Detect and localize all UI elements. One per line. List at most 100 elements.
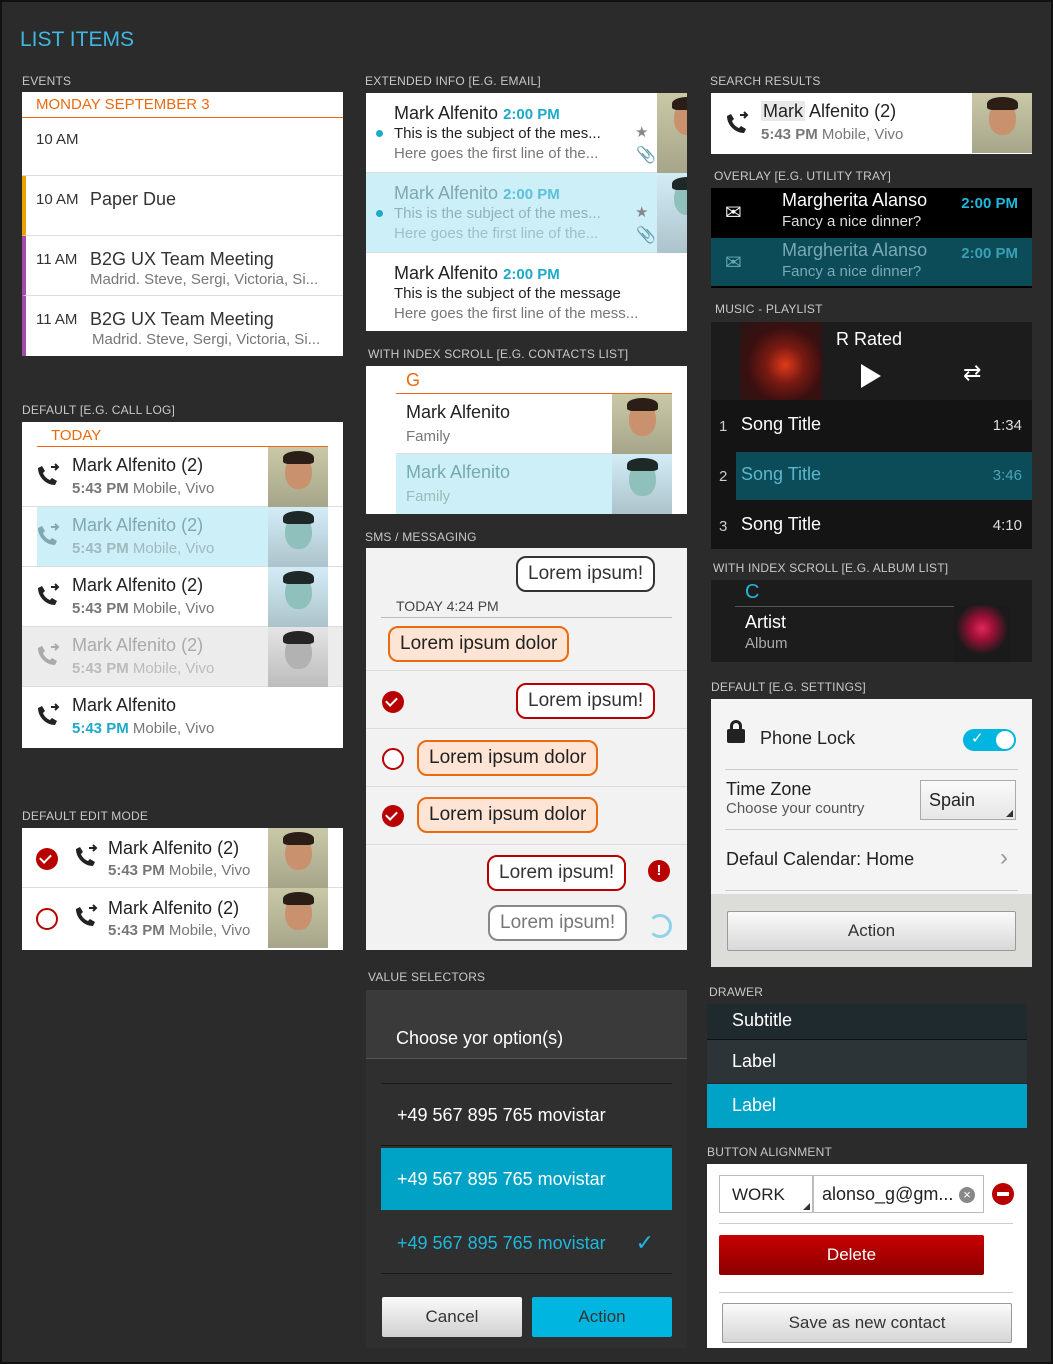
sent-message-bubble[interactable]: Lorem ipsum!	[516, 556, 656, 592]
selected-checkbox[interactable]	[382, 805, 404, 827]
call-time: 5:43 PM	[108, 922, 165, 939]
call-count: (2)	[181, 515, 204, 535]
email-row[interactable]: Mark Alfenito 2:00 PM This is the subject…	[366, 253, 687, 331]
value-option-selected[interactable]: +49 567 895 765 movistar ✓	[381, 1212, 672, 1274]
call-count: (2)	[217, 898, 240, 918]
drawer-section-title: DRAWER	[709, 985, 764, 999]
sms-section-title: SMS / MESSAGING	[365, 530, 477, 544]
contacts-section-title: WITH INDEX SCROLL [E.G. CONTACTS LIST]	[368, 347, 629, 361]
event-time: 10 AM	[36, 131, 79, 148]
search-result-row[interactable]: Mark Alfenito (2) 5:43 PM Mobile, Vivo	[711, 93, 1032, 154]
notification-message: Fancy a nice dinner?	[782, 263, 922, 280]
contact-avatar	[268, 888, 328, 948]
drawer-item-selected[interactable]: Label	[707, 1084, 1027, 1128]
unread-dot-icon	[376, 210, 383, 217]
call-count: (2)	[874, 101, 897, 121]
contact-row[interactable]: Mark Alfenito Family	[396, 394, 672, 454]
contact-last-name: Alfenito	[450, 462, 511, 482]
phone-type-select[interactable]: WORK	[719, 1175, 813, 1213]
sender-last-name: Alfenito	[438, 183, 499, 203]
message-icon: ✉	[725, 202, 742, 224]
settings-action-button[interactable]: Action	[727, 911, 1016, 951]
notification-sender: Margherita Alanso	[782, 240, 928, 260]
default-calendar-row[interactable]: Defaul Calendar: Home ›	[725, 830, 1018, 890]
delete-button[interactable]: Delete	[719, 1235, 984, 1275]
contact-avatar	[268, 627, 328, 687]
event-time: 11 AM	[36, 251, 78, 268]
event-row[interactable]: 10 AM Paper Due	[22, 176, 343, 236]
notification-sender: Margherita Alanso	[782, 190, 928, 210]
cancel-button[interactable]: Cancel	[382, 1297, 522, 1337]
selected-checkbox[interactable]	[382, 691, 404, 713]
song-row-highlighted[interactable]: 2 Song Title 3:46	[711, 452, 1032, 500]
received-message-bubble[interactable]: Lorem ipsum dolor	[388, 626, 570, 662]
email-input[interactable]: alonso_g@gm... ×	[813, 1175, 984, 1213]
unselected-checkbox[interactable]	[382, 748, 404, 770]
value-selectors-section-title: VALUE SELECTORS	[368, 970, 486, 984]
email-row[interactable]: Mark Alfenito 2:00 PM This is the subject…	[366, 93, 687, 173]
outgoing-call-icon	[36, 463, 60, 487]
contact-avatar	[612, 394, 672, 454]
sending-message-bubble[interactable]: Lorem ipsum!	[488, 905, 628, 941]
save-as-new-contact-button[interactable]: Save as new contact	[722, 1303, 1012, 1343]
sender-first-name: Mark	[394, 263, 434, 283]
notification-row[interactable]: ✉ Margherita Alanso Fancy a nice dinner?…	[711, 188, 1032, 236]
phone-type-value: WORK	[732, 1185, 785, 1204]
shuffle-icon[interactable]: ⇄	[963, 360, 981, 386]
drawer-item[interactable]: Label	[707, 1039, 1027, 1083]
event-row[interactable]: 11 AM B2G UX Team Meeting Madrid. Steve,…	[22, 236, 343, 296]
call-info: Mobile, Vivo	[132, 600, 215, 617]
call-log-row[interactable]: Mark Alfenito (2) 5:43 PM Mobile, Vivo	[22, 507, 343, 567]
event-row[interactable]: 10 AM	[22, 117, 343, 176]
event-row[interactable]: 11 AM B2G UX Team Meeting Madrid. Steve,…	[22, 296, 343, 356]
sending-spinner-icon	[648, 914, 672, 938]
call-log-row[interactable]: Mark Alfenito (2) 5:43 PM Mobile, Vivo	[22, 627, 343, 687]
time-zone-select[interactable]: Spain	[920, 780, 1016, 820]
phone-lock-toggle[interactable]: ✓	[963, 729, 1016, 751]
contact-first-name: Mark	[72, 455, 112, 475]
call-time: 5:43 PM	[72, 540, 129, 557]
call-log-row[interactable]: Mark Alfenito (2) 5:43 PM Mobile, Vivo	[22, 567, 343, 627]
call-count: (2)	[181, 575, 204, 595]
value-option[interactable]: +49 567 895 765 movistar	[381, 1084, 672, 1146]
notification-row[interactable]: ✉ Margherita Alanso Fancy a nice dinner?…	[711, 238, 1032, 286]
sender-avatar	[657, 173, 687, 253]
call-info: Mobile, Vivo	[132, 480, 215, 497]
contact-group: Family	[406, 428, 451, 445]
call-log-row[interactable]: Mark Alfenito 5:43 PM Mobile, Vivo	[22, 687, 343, 747]
value-option-highlighted[interactable]: +49 567 895 765 movistar	[381, 1148, 672, 1210]
song-number: 2	[719, 468, 728, 485]
default-calendar-label: Defaul Calendar: Home	[726, 849, 915, 869]
received-message-bubble[interactable]: Lorem ipsum dolor	[417, 740, 599, 776]
edit-mode-row[interactable]: Mark Alfenito (2) 5:43 PM Mobile, Vivo	[22, 888, 343, 948]
action-button[interactable]: Action	[532, 1297, 672, 1337]
contact-row[interactable]: Mark Alfenito Family	[396, 454, 672, 514]
call-info: Mobile, Vivo	[168, 922, 251, 939]
star-icon[interactable]: ★	[635, 203, 648, 221]
contact-last-name: Alfenito	[116, 695, 177, 715]
contact-avatar	[612, 454, 672, 514]
song-row[interactable]: 1 Song Title 1:34	[711, 402, 1032, 450]
clear-input-icon[interactable]: ×	[959, 1187, 975, 1203]
edit-mode-row[interactable]: Mark Alfenito (2) 5:43 PM Mobile, Vivo	[22, 828, 343, 888]
play-icon[interactable]	[861, 364, 881, 388]
remove-field-icon[interactable]	[992, 1183, 1014, 1205]
call-count: (2)	[181, 455, 204, 475]
received-message-bubble[interactable]: Lorem ipsum dolor	[417, 797, 599, 833]
selected-checkbox[interactable]	[36, 848, 58, 870]
call-info: Mobile, Vivo	[168, 862, 251, 879]
song-row[interactable]: 3 Song Title 4:10	[711, 502, 1032, 549]
email-panel: Mark Alfenito 2:00 PM This is the subject…	[366, 93, 687, 331]
email-row[interactable]: Mark Alfenito 2:00 PM This is the subject…	[366, 173, 687, 253]
time-zone-value: Spain	[929, 790, 976, 810]
unselected-checkbox[interactable]	[36, 908, 58, 930]
failed-message-bubble[interactable]: Lorem ipsum!	[487, 855, 627, 891]
star-icon[interactable]: ★	[635, 123, 648, 141]
value-selector-title: Choose yor option(s)	[396, 1028, 564, 1048]
email-section-title: EXTENDED INFO [E.G. EMAIL]	[365, 74, 541, 88]
call-log-row[interactable]: Mark Alfenito (2) 5:43 PM Mobile, Vivo	[22, 447, 343, 507]
sent-message-bubble[interactable]: Lorem ipsum!	[516, 683, 656, 719]
email-time: 2:00 PM	[503, 186, 560, 203]
sender-last-name: Alfenito	[438, 103, 499, 123]
error-icon[interactable]: !	[648, 860, 670, 882]
